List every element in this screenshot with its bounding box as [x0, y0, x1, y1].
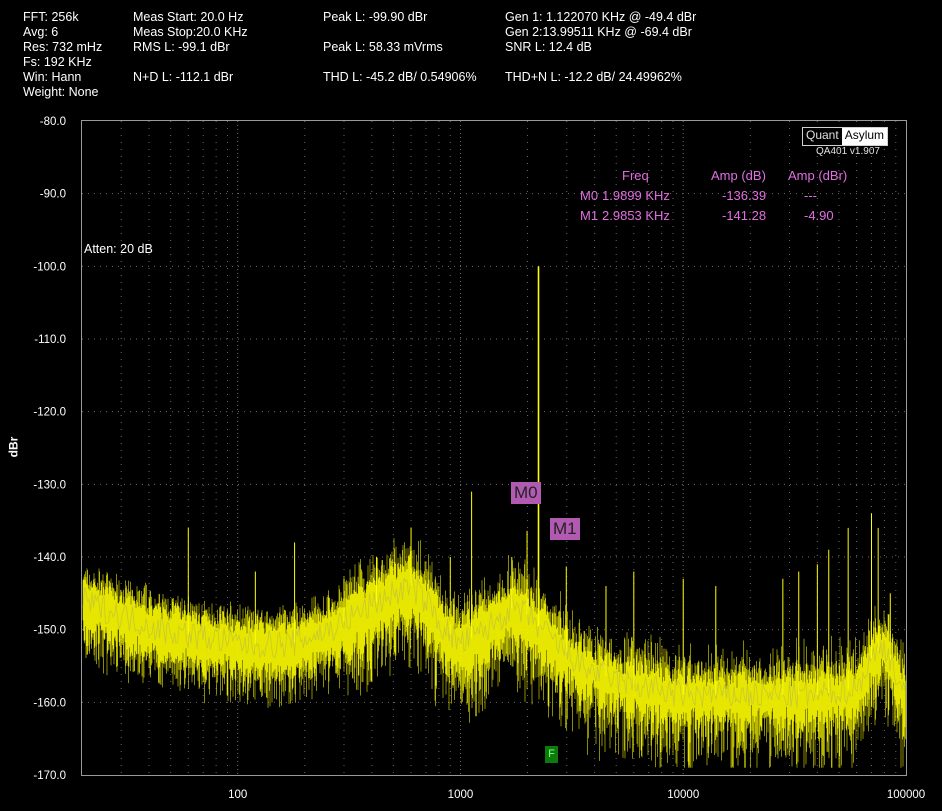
header-col-2: Meas Start: 20.0 Hz Meas Stop:20.0 KHz R…	[133, 10, 248, 85]
logo-quant: Quant	[803, 128, 842, 145]
marker-row-name: M1	[580, 208, 599, 223]
spectrum-trace	[82, 266, 906, 768]
marker-row-amp-dbr: -4.90	[804, 208, 834, 223]
y-axis-label: dBr	[6, 436, 21, 458]
col-freq-header: Freq	[622, 168, 649, 183]
y-tick-label: -150.0	[33, 625, 66, 637]
marker-m1-label[interactable]: M1	[550, 518, 580, 540]
y-tick-label: -140.0	[33, 552, 66, 564]
n-plus-d: N+D L: -112.1 dBr	[133, 70, 234, 84]
y-tick-label: -110.0	[34, 334, 66, 346]
fft-size: FFT: 256k	[23, 10, 79, 24]
resolution: Res: 732 mHz	[23, 40, 103, 54]
averages: Avg: 6	[23, 25, 59, 39]
y-tick-label: -100.0	[33, 261, 66, 273]
spectrum-chart: -80.0 -90.0 -100.0 -110.0 -120.0 -130.0 -140.0…	[33, 116, 925, 801]
y-tick-label: -90.0	[40, 189, 66, 201]
snr: SNR L: 12.4 dB	[505, 40, 592, 54]
thd-plus-n: THD+N L: -12.2 dB/ 24.49962%	[505, 70, 682, 84]
gen-1: Gen 1: 1.122070 KHz @ -49.4 dBr	[505, 10, 697, 24]
meas-start: Meas Start: 20.0 Hz	[133, 10, 244, 24]
y-tick-label: -170.0	[33, 770, 66, 782]
weighting: Weight: None	[23, 85, 99, 99]
gen-2: Gen 2:13.99511 KHz @ -69.4 dBr	[505, 25, 692, 39]
peak-dbr: Peak L: -99.90 dBr	[323, 10, 428, 24]
y-tick-label: -130.0	[33, 479, 66, 491]
marker-row-name: M0	[580, 188, 599, 203]
meas-stop: Meas Stop:20.0 KHz	[133, 25, 248, 39]
quantasylum-logo: Quant Asylum	[802, 127, 889, 146]
marker-row-amp-dbr: ---	[804, 188, 817, 203]
markers-table: Freq Amp (dB) Amp (dBr) M0 1.9899 KHz -1…	[560, 168, 860, 228]
noise-floor-band	[82, 538, 906, 768]
marker-row-amp-db: -136.39	[722, 188, 767, 203]
x-tick-label: 100	[228, 789, 247, 801]
x-tick-label: 100000	[887, 789, 925, 801]
sample-rate: Fs: 192 KHz	[23, 55, 92, 69]
x-tick-label: 10000	[667, 789, 699, 801]
marker-row-amp-db: -141.28	[722, 208, 767, 223]
rms-level: RMS L: -99.1 dBr	[133, 40, 230, 54]
marker-row-freq: 2.9853 KHz	[602, 208, 670, 223]
header-col-4: Gen 1: 1.122070 KHz @ -49.4 dBr Gen 2:13…	[505, 10, 696, 85]
y-tick-label: -120.0	[33, 407, 66, 419]
col-amp-dbr-header: Amp (dBr)	[788, 168, 848, 183]
peak-mvrms: Peak L: 58.33 mVrms	[323, 40, 443, 54]
fundamental-tag[interactable]: F	[545, 746, 558, 763]
window: Win: Hann	[23, 70, 82, 84]
header-col-1: FFT: 256k Avg: 6 Res: 732 mHz Fs: 192 KH…	[23, 10, 102, 100]
x-tick-label: 1000	[448, 789, 474, 801]
marker-row-freq: 1.9899 KHz	[602, 188, 670, 203]
thd: THD L: -45.2 dB/ 0.54906%	[323, 70, 477, 84]
col-amp-db-header: Amp (dB)	[711, 168, 766, 183]
y-tick-label: -160.0	[33, 697, 66, 709]
header-col-3: Peak L: -99.90 dBr Peak L: 58.33 mVrms T…	[323, 10, 477, 85]
marker-m0-label[interactable]: M0	[511, 482, 541, 504]
version-label: QA401 v1.907	[816, 146, 880, 157]
attenuation-label: Atten: 20 dB	[84, 242, 153, 256]
y-tick-label: -80.0	[40, 116, 66, 128]
logo-asylum: Asylum	[841, 128, 888, 145]
